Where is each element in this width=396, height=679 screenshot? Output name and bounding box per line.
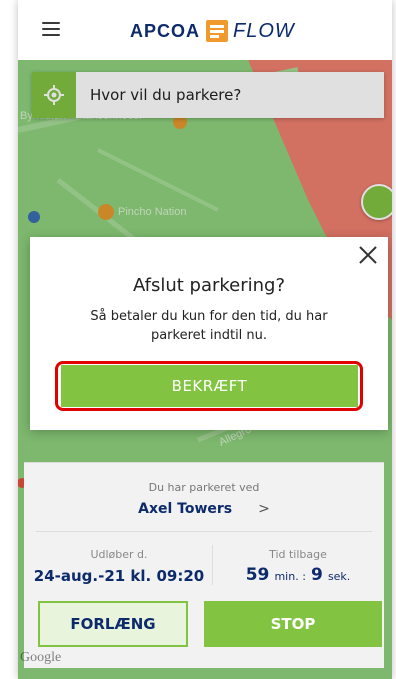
dialog-title: Afslut parkering? [132,275,286,296]
brand-logo: APCOA FLOW [130,17,295,45]
seconds-unit: sek. [327,570,351,583]
top-bar: APCOA FLOW [18,0,392,60]
confirm-button[interactable]: BEKRÆFT [61,365,358,407]
minutes-unit: min. : [274,570,306,583]
brand-apcoa: APCOA [130,20,201,41]
remaining-value: 59 min. : 9 sek. [212,565,384,585]
app-screen: APCOA FLOW Bymidten - Plansenhocel Pinch… [18,0,392,679]
end-parking-dialog: Afslut parkering? Så betaler du kun for … [30,237,388,430]
google-watermark: Google [20,650,62,665]
divider [36,531,372,532]
chevron-right-icon: > [258,501,270,517]
parked-place-name: Axel Towers [138,501,233,517]
parked-place-link[interactable]: Axel Towers > [24,501,384,517]
parked-at-label: Du har parkeret ved [148,481,260,494]
remaining-seconds: 9 [311,565,323,585]
close-icon[interactable] [356,243,380,267]
expires-value: 24-aug.-21 kl. 09:20 [33,567,205,585]
flow-logo-icon [206,20,229,42]
remaining-minutes: 59 [245,565,270,585]
expires-label: Udløber d. [90,548,148,561]
parking-sheet: Du har parkeret ved Axel Towers > Udløber… [24,462,384,668]
remaining-label: Tid tilbage [269,548,327,561]
brand-flow: FLOW [233,19,295,42]
stop-button[interactable]: STOP [204,601,382,647]
extend-button[interactable]: FORLÆNG [38,601,188,647]
dialog-body: Så betaler du kun for den tid, du har pa… [90,309,328,343]
hamburger-icon[interactable] [42,22,60,36]
